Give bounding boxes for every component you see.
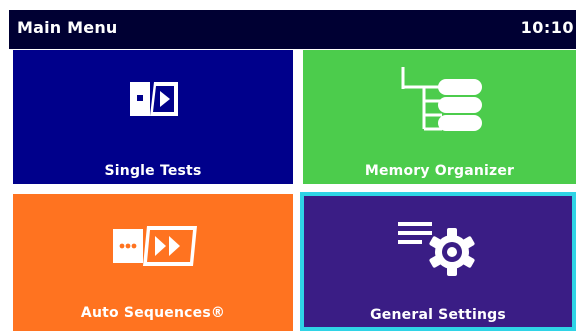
auto-sequences-button[interactable]: Auto Sequences® [13,194,293,331]
title-bar: Main Menu 10:10 [9,10,576,49]
settings-gear-icon [398,222,475,276]
single-tests-button[interactable]: Single Tests [13,50,293,184]
clock: 10:10 [520,18,574,37]
general-settings-button[interactable]: General Settings [300,192,576,331]
general-settings-label: General Settings [370,307,506,323]
page-title: Main Menu [17,18,118,37]
main-menu-screen: Main Menu 10:10 Single Tests Memory Orga… [0,0,576,331]
single-tests-label: Single Tests [104,163,202,179]
memory-organizer-button[interactable]: Memory Organizer [303,50,576,184]
auto-sequence-icon [113,226,197,266]
memory-organizer-label: Memory Organizer [364,163,515,179]
auto-sequences-label: Auto Sequences® [80,305,226,321]
memory-tree-icon [401,67,482,131]
single-test-icon [130,82,178,116]
